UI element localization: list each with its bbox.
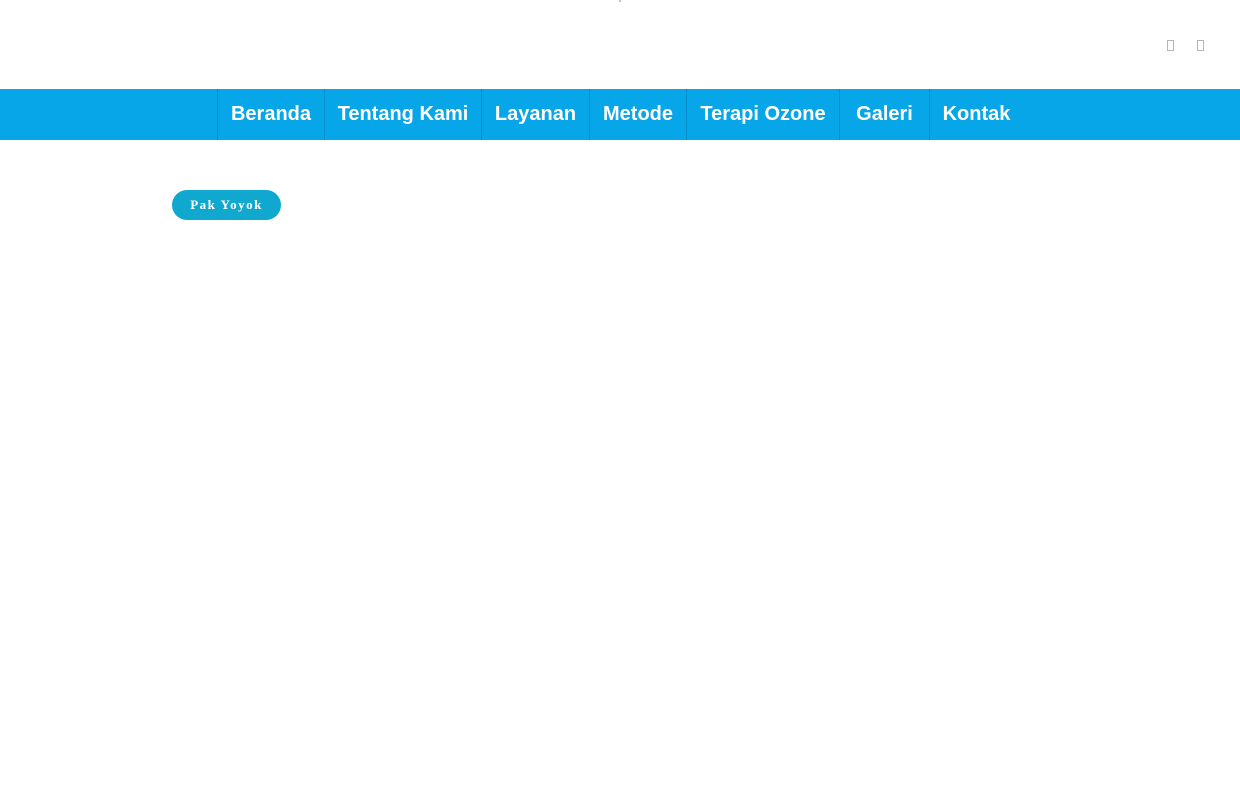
nav-item-layanan[interactable]: Layanan [482,89,589,140]
header-glyph-icon[interactable] [1165,38,1175,52]
nav-item-metode[interactable]: Metode [590,89,686,140]
nav-item-terapi-ozone[interactable]: Terapi Ozone [687,89,839,140]
nav-item-kontak[interactable]: Kontak [930,89,1023,140]
header-glyph-icon[interactable] [1195,38,1205,52]
main-navigation: Beranda Tentang Kami Layanan Metode Tera… [0,89,1240,140]
site-header [0,0,1240,89]
nav-item-tentang-kami[interactable]: Tentang Kami [325,89,481,140]
nav-item-beranda[interactable]: Beranda [218,89,324,140]
nav-item-galeri[interactable]: Galeri [840,89,929,140]
author-tag-button[interactable]: Pak Yoyok [172,190,281,220]
header-mark [619,0,621,2]
